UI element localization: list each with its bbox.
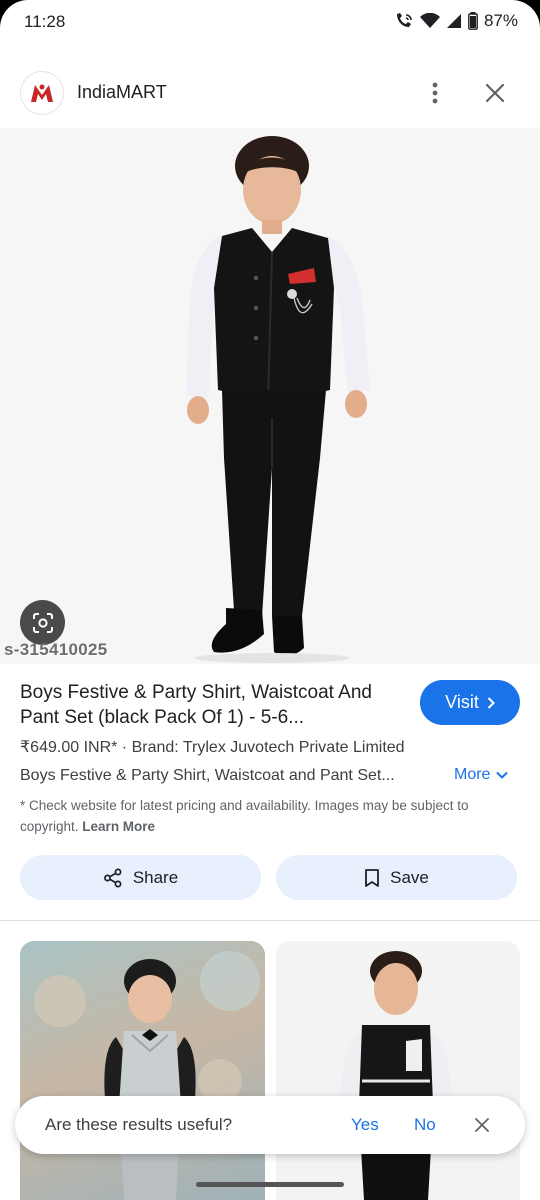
related-result-thumbnail[interactable]: [20, 941, 265, 1200]
share-label: Share: [132, 867, 179, 887]
battery-percent: 87%: [483, 11, 518, 30]
close-icon: [486, 84, 504, 102]
wifi-calling-icon: [394, 12, 414, 30]
visit-button[interactable]: Visit: [420, 680, 520, 725]
image-watermark: s-315410025: [4, 640, 108, 659]
site-name[interactable]: IndiaMART: [77, 82, 167, 103]
more-label: More: [454, 766, 491, 783]
site-logo[interactable]: [20, 71, 64, 115]
gesture-nav-handle[interactable]: [196, 1182, 344, 1187]
chevron-right-icon: [487, 696, 495, 709]
visit-label: Visit: [445, 692, 479, 712]
more-options-button[interactable]: [420, 76, 450, 110]
status-time: 11:28: [24, 12, 66, 31]
close-icon: [475, 1118, 489, 1132]
status-bar: 11:28 87%: [0, 0, 540, 46]
related-photo: [340, 951, 452, 1200]
result-header: IndiaMART: [0, 66, 540, 120]
battery-icon: [468, 12, 478, 30]
share-icon: [103, 868, 122, 887]
signal-icon: [446, 13, 462, 29]
indiamart-logo-icon: [31, 84, 53, 102]
product-image[interactable]: [0, 128, 540, 664]
close-button[interactable]: [478, 76, 512, 110]
feedback-bar: Are these results useful? Yes No: [15, 1096, 525, 1154]
more-vert-icon: [432, 82, 438, 104]
chevron-down-icon: [496, 771, 509, 779]
bookmark-icon: [365, 868, 380, 887]
feedback-close-button[interactable]: [467, 1110, 497, 1140]
related-result-thumbnail[interactable]: [276, 941, 520, 1200]
product-title[interactable]: Boys Festive & Party Shirt, Waistcoat An…: [20, 680, 400, 730]
feedback-question: Are these results useful?: [45, 1115, 233, 1134]
product-description: Boys Festive & Party Shirt, Waistcoat an…: [20, 767, 395, 784]
more-button[interactable]: More: [454, 766, 509, 784]
price-brand-line: ₹649.00 INR* · Brand: Trylex Juvotech Pr…: [20, 739, 405, 756]
status-icons: 87%: [394, 11, 518, 31]
lens-search-button[interactable]: [20, 600, 65, 645]
share-button[interactable]: Share: [20, 855, 261, 900]
copyright-disclaimer: * Check website for latest pricing and a…: [20, 795, 520, 837]
feedback-no-button[interactable]: No: [414, 1115, 436, 1135]
product-photo: [0, 128, 540, 664]
wifi-icon: [419, 13, 440, 29]
lens-icon: [32, 612, 53, 633]
section-divider: [0, 920, 540, 921]
learn-more-link[interactable]: Learn More: [82, 819, 155, 834]
feedback-yes-button[interactable]: Yes: [351, 1115, 379, 1135]
save-button[interactable]: Save: [276, 855, 517, 900]
related-photo: [34, 951, 260, 1200]
status-bar-surface: 11:28 87%: [0, 0, 540, 46]
save-label: Save: [390, 867, 429, 887]
